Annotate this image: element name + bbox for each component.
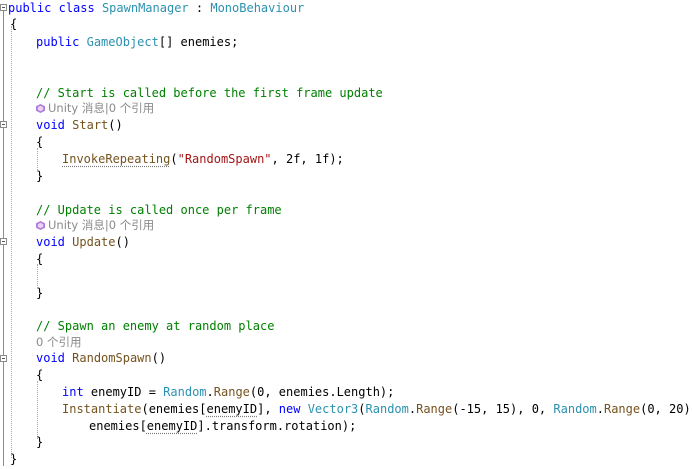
keyword: class [58,1,95,15]
code-line-open-brace[interactable]: { [10,16,17,33]
code-line-field[interactable]: public GameObject[] enemies; [36,34,238,51]
keyword: new [278,402,301,416]
brace: } [10,452,18,466]
code-fragment: (enemies[ [141,402,207,416]
paren: ( [170,152,178,166]
params: () [115,235,130,249]
brace: { [36,252,44,266]
code-line-open-brace[interactable]: { [36,134,43,151]
type-name: Random [365,402,409,416]
unity-icon [36,104,45,113]
code-line-open-brace[interactable]: { [36,251,43,268]
variable-decl: enemyID = [83,385,164,399]
code-fragment: enemies[ [89,419,147,433]
codelens-hint-start[interactable]: Unity 消息|0 个引用 [36,100,154,117]
brace: { [10,17,18,31]
collapse-box-icon[interactable] [0,355,7,362]
code-line-close-brace[interactable]: } [36,168,43,185]
string-literal: "RandomSpawn" [177,152,272,166]
code-editor[interactable]: public class SpawnManager : MonoBehaviou… [0,0,692,469]
code-line-rotation[interactable]: enemies[enemyID].transform.rotation); [89,418,356,435]
field-rest: [] enemies; [158,35,239,49]
args: , 2f, 1f); [271,152,344,166]
collapse-box-icon[interactable] [0,238,7,245]
indent-guide [37,148,39,170]
code-line-close-brace[interactable]: } [10,451,17,468]
method-call: Range [213,385,250,399]
class-name: SpawnManager [101,1,189,15]
code-line-close-brace[interactable]: } [36,434,43,451]
base-class: MonoBehaviour [210,1,305,15]
variable-ref: enemyID [146,419,198,433]
keyword: public [8,1,52,15]
brace: } [36,286,44,300]
code-line-invoke[interactable]: InvokeRepeating("RandomSpawn", 2f, 1f); [62,151,344,168]
indent-guide [11,26,13,458]
code-line-start-signature[interactable]: void Start() [36,117,123,134]
method-name: RandomSpawn [72,351,152,365]
type-name: Random [163,385,207,399]
brace: } [36,435,44,449]
code-line-spawn-signature[interactable]: void RandomSpawn() [36,350,166,367]
keyword: void [36,235,65,249]
code-fragment: ( [358,402,366,416]
method-call: InvokeRepeating [62,152,171,166]
codelens-hint-update[interactable]: Unity 消息|0 个引用 [36,217,154,234]
collapse-box-icon[interactable] [0,121,7,128]
code-line-enemy-id[interactable]: int enemyID = Random.Range(0, enemies.Le… [62,384,394,401]
keyword: void [36,351,65,365]
brace: { [36,368,44,382]
method-call: Instantiate [62,402,142,416]
brace: } [36,169,44,183]
dot: . [596,402,604,416]
method-name: Update [72,235,116,249]
codelens-text: Unity 消息|0 个引用 [48,101,155,115]
code-fragment: (0, 20)), [640,402,692,416]
code-line-instantiate[interactable]: Instantiate(enemies[enemyID], new Vector… [62,401,692,418]
codelens-hint-spawn[interactable]: 0 个引用 [36,334,81,351]
brace: { [36,135,44,149]
indent-guide [37,381,39,439]
params: () [108,118,123,132]
type-name: Random [553,402,597,416]
code-line-class-declaration[interactable]: public class SpawnManager : MonoBehaviou… [8,0,304,17]
codelens-text: 0 个引用 [36,335,82,349]
code-line-update-signature[interactable]: void Update() [36,234,130,251]
keyword: public [36,35,80,49]
params: () [151,351,167,365]
variable-ref: enemyID [206,402,258,416]
code-fragment: ], [257,402,279,416]
code-line-comment-spawn[interactable]: // Spawn an enemy at random place [36,318,274,335]
separator: : [188,1,211,15]
dot: . [206,385,214,399]
code-line-open-brace[interactable]: { [36,367,43,384]
type-name: Vector3 [307,402,359,416]
keyword: void [36,118,65,132]
method-call: Range [603,402,641,416]
type-name: GameObject [86,35,159,49]
method-name: Start [72,118,109,132]
args: (0, enemies.Length); [249,385,395,399]
codelens-text: Unity 消息|0 个引用 [48,218,155,232]
code-fragment: ].transform.rotation); [197,419,357,433]
collapse-box-icon[interactable] [0,4,7,11]
unity-icon [36,221,45,230]
code-line-close-brace[interactable]: } [36,285,43,302]
keyword: int [62,385,84,399]
code-fragment: (-15, 15), 0, [452,402,554,416]
method-call: Range [416,402,453,416]
